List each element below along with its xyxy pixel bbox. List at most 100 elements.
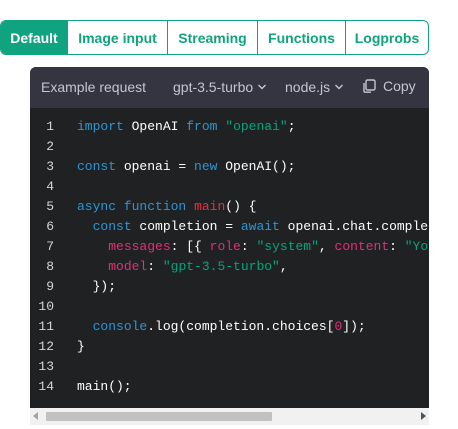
line-number: 13 xyxy=(38,359,54,374)
code-token: : xyxy=(240,239,257,254)
code-line: 5 async function main() { xyxy=(30,197,429,217)
code-token: .log(completion.choices[ xyxy=(147,319,335,334)
code-line: 11 console.log(completion.choices[0]); xyxy=(30,317,429,337)
code-panel-header: Example request gpt-3.5-turbo node.js Co… xyxy=(30,67,429,108)
code-token: main(); xyxy=(77,379,132,394)
code-token: console xyxy=(92,319,148,334)
code-line: 4 xyxy=(30,177,429,197)
tab-logprobs[interactable]: Logprobs xyxy=(346,21,428,54)
code-token: function xyxy=(123,199,187,214)
code-line: 9 }); xyxy=(30,277,429,297)
code-text: main(); xyxy=(77,377,132,397)
code-line: 13 xyxy=(30,357,429,377)
line-number: 6 xyxy=(46,219,54,234)
line-number: 7 xyxy=(46,239,54,254)
code-token: () { xyxy=(225,199,257,214)
example-tabs: Default Image input Streaming Functions … xyxy=(0,20,429,55)
code-token: completion = xyxy=(131,219,241,234)
code-token: , xyxy=(279,259,288,274)
language-select[interactable]: node.js xyxy=(285,79,344,95)
code-token: ]); xyxy=(342,319,366,334)
line-number: 4 xyxy=(46,179,54,194)
code-token: OpenAI xyxy=(123,119,187,134)
model-select-label: gpt-3.5-turbo xyxy=(173,79,254,95)
line-number: 9 xyxy=(46,279,54,294)
code-token: const xyxy=(92,219,132,234)
code-line: 12} xyxy=(30,337,429,357)
code-token: role xyxy=(209,239,241,254)
code-text: messages: [{ role: "system", content: "Y… xyxy=(77,237,429,257)
scroll-right-arrow-icon[interactable] xyxy=(421,412,426,420)
line-number: 10 xyxy=(38,299,54,314)
tab-functions[interactable]: Functions xyxy=(258,21,346,54)
tab-default[interactable]: Default xyxy=(1,21,68,54)
code-text: } xyxy=(77,337,85,357)
code-token: new xyxy=(194,159,218,174)
code-text: console.log(completion.choices[0]); xyxy=(77,317,366,337)
line-number: 5 xyxy=(46,199,54,214)
code-token: messages xyxy=(108,239,171,254)
code-token: await xyxy=(240,219,280,234)
scroll-left-arrow-icon[interactable] xyxy=(33,412,38,420)
chevron-down-icon xyxy=(335,84,344,90)
code-line: 7 messages: [{ role: "system", content: … xyxy=(30,237,429,257)
code-token: const xyxy=(77,159,117,174)
code-token: async xyxy=(77,199,117,214)
code-block[interactable]: 1 import OpenAI from "openai"; 2 3 const ope… xyxy=(30,108,429,408)
copy-button-label: Copy xyxy=(383,78,416,94)
code-token: } xyxy=(77,339,85,354)
code-text: const openai = new OpenAI(); xyxy=(77,157,295,177)
panel-title: Example request xyxy=(41,79,147,95)
code-token: content xyxy=(334,239,390,254)
line-number: 11 xyxy=(38,319,54,334)
language-select-label: node.js xyxy=(285,79,331,95)
code-text: async function main() { xyxy=(77,197,257,217)
code-token: ; xyxy=(287,119,296,134)
line-number: 8 xyxy=(46,259,54,274)
tab-image-input[interactable]: Image input xyxy=(68,21,168,54)
code-token: from xyxy=(186,119,218,134)
code-token: OpenAI(); xyxy=(217,159,296,174)
code-text: model: "gpt-3.5-turbo", xyxy=(77,257,288,277)
code-token: : xyxy=(147,259,163,274)
code-token: main xyxy=(194,199,226,214)
code-line: 8 model: "gpt-3.5-turbo", xyxy=(30,257,429,277)
code-token: : xyxy=(389,239,405,254)
line-number: 12 xyxy=(38,339,54,354)
copy-icon xyxy=(363,79,376,93)
line-number: 3 xyxy=(46,159,54,174)
code-token: import xyxy=(77,119,124,134)
code-text: }); xyxy=(77,277,116,297)
code-token: "system" xyxy=(256,239,319,254)
horizontal-scrollbar[interactable] xyxy=(30,408,429,425)
code-line: 1 import OpenAI from "openai"; xyxy=(30,117,429,137)
code-token: openai = xyxy=(116,159,195,174)
scrollbar-thumb[interactable] xyxy=(46,412,272,421)
model-select[interactable]: gpt-3.5-turbo xyxy=(173,79,267,95)
code-token: }); xyxy=(77,279,117,294)
code-line: 10 xyxy=(30,297,429,317)
code-line: 6 const completion = await openai.chat.c… xyxy=(30,217,429,237)
tab-streaming[interactable]: Streaming xyxy=(168,21,258,54)
code-text: const completion = await openai.chat.com… xyxy=(77,217,429,237)
line-number: 1 xyxy=(46,119,54,134)
code-token: "You are a helpful assistant." xyxy=(404,239,429,254)
code-token: model xyxy=(108,259,148,274)
code-token: , xyxy=(318,239,335,254)
line-number: 14 xyxy=(38,379,54,394)
copy-button[interactable]: Copy xyxy=(361,78,416,94)
code-token: : [{ xyxy=(170,239,210,254)
line-number: 2 xyxy=(46,139,54,154)
code-line: 14 main(); xyxy=(30,377,429,397)
code-line: 2 xyxy=(30,137,429,157)
chevron-down-icon xyxy=(258,84,267,90)
code-panel: Example request gpt-3.5-turbo node.js Co… xyxy=(30,67,429,425)
code-line: 3 const openai = new OpenAI(); xyxy=(30,157,429,177)
code-token: "openai" xyxy=(225,119,288,134)
